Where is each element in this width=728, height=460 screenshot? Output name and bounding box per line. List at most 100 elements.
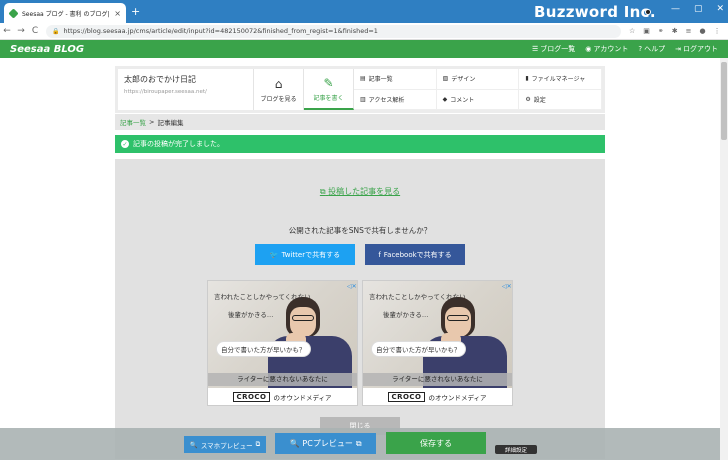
back-icon[interactable]: ←	[0, 26, 14, 36]
blog-panel: 太郎のおでかけ日記 https://biroupaper.seesaa.net/…	[115, 66, 605, 113]
save-button[interactable]: 保存する	[386, 432, 486, 454]
ad-logo: CROCO	[233, 392, 270, 402]
browser-tab[interactable]: Seesaa ブログ - 書利 のブログ|blog/ ×	[4, 3, 126, 23]
breadcrumb-articles-link[interactable]: 記事一覧	[120, 117, 146, 127]
view-blog-button[interactable]: ⌂ ブログを見る	[254, 69, 304, 110]
address-bar: ← → C 🔒 https://blog.seesaa.jp/cms/artic…	[0, 23, 728, 40]
header-link-account[interactable]: ◉ アカウント	[585, 44, 628, 54]
ad-text-line1: 言われたことしかやってくれない	[214, 293, 311, 301]
menu-item-label: アクセス解析	[368, 96, 405, 104]
facebook-share-button[interactable]: f Facebookで共有する	[365, 244, 465, 265]
blog-menu: ▤ 記事一覧 ▧ デザイン ▮ ファイルマネージャ ▥ アクセス解析 ◆ コメント ⚙ 設定	[354, 69, 602, 110]
star-icon[interactable]: ☆	[629, 27, 635, 35]
blog-name[interactable]: 太郎のおでかけ日記	[124, 74, 247, 85]
ad-text-line1: 言われたことしかやってくれない	[369, 293, 466, 301]
breadcrumb-separator: >	[149, 118, 155, 126]
profile-icon[interactable]: ●	[700, 27, 706, 35]
ad-banner[interactable]: 言われたことしかやってくれない 後輩がかきる… 自分で書いた方が早いかも？ ライ…	[362, 280, 513, 406]
detail-settings-button[interactable]: 詳細設定	[495, 445, 537, 454]
menu-item-label: 記事一覧	[368, 76, 393, 84]
ad-photo: 言われたことしかやってくれない 後輩がかきる… 自分で書いた方が早いかも？ ライ…	[208, 281, 357, 388]
design-icon: ▧	[442, 75, 449, 83]
header-link-logout[interactable]: ⇥ ログアウト	[675, 44, 718, 54]
puzzle-icon[interactable]: ✱	[672, 27, 678, 35]
ad-person-glasses	[447, 315, 469, 321]
external-link-icon: ⧉	[355, 438, 362, 448]
post-complete-panel: ⧉ 投稿した記事を見る 公開された記事をSNSで共有しませんか？ 🐦 Twitt…	[115, 159, 605, 459]
ad-banner[interactable]: 言われたことしかやってくれない 後輩がかきる… 自分で書いた方が早いかも？ ライ…	[207, 280, 358, 406]
write-post-button[interactable]: ✎ 記事を書く	[304, 69, 354, 110]
breadcrumb-current: 記事編集	[157, 119, 184, 127]
forward-icon[interactable]: →	[14, 26, 28, 36]
main-area: 太郎のおでかけ日記 https://biroupaper.seesaa.net/…	[0, 58, 720, 460]
external-link-icon: ⧉	[319, 187, 326, 196]
browser-tab-bar: Seesaa ブログ - 書利 のブログ|blog/ × + Buzzword …	[0, 0, 728, 23]
edit-icon: ✎	[323, 75, 334, 90]
blog-info: 太郎のおでかけ日記 https://biroupaper.seesaa.net/	[118, 69, 254, 110]
seesaa-header: Seesaa BLOG ☰ ブログ一覧 ◉ アカウント ? ヘルプ ⇥ ログアウト	[0, 40, 728, 58]
ad-speech-bubble: 自分で書いた方が早いかも？	[371, 341, 466, 357]
menu-item-label: コメント	[450, 96, 475, 104]
breadcrumb: 記事一覧 > 記事編集	[115, 114, 605, 130]
new-tab-button[interactable]: +	[131, 5, 140, 18]
menu-item-analytics[interactable]: ▥ アクセス解析	[354, 89, 437, 110]
tab-title: Seesaa ブログ - 書利 のブログ|blog/	[22, 10, 110, 18]
url-text: https://blog.seesaa.jp/cms/article/edit/…	[63, 27, 378, 35]
tab-close-icon[interactable]: ×	[114, 9, 121, 18]
ad-tagline: のオウンドメディア	[428, 394, 487, 402]
url-input[interactable]: 🔒 https://blog.seesaa.jp/cms/article/edi…	[46, 24, 621, 38]
blog-url[interactable]: https://biroupaper.seesaa.net/	[124, 89, 247, 95]
reading-list-icon[interactable]: ≡	[686, 27, 692, 35]
menu-item-settings[interactable]: ⚙ 設定	[519, 89, 602, 110]
view-post-link[interactable]: ⧉ 投稿した記事を見る	[115, 186, 605, 197]
logout-icon: ⇥	[675, 45, 681, 53]
ad-choices-icon[interactable]: ◁✕	[502, 283, 512, 291]
menu-item-label: ファイルマネージャ	[531, 76, 586, 84]
ad-strip: ライターに悪されないあなたに	[208, 373, 357, 386]
reload-icon[interactable]: C	[28, 26, 42, 36]
close-window-icon[interactable]: ✕	[716, 4, 724, 14]
ad-strip: ライターに悪されないあなたに	[363, 373, 512, 386]
extension-icon[interactable]: ▣	[643, 27, 650, 35]
pc-preview-button[interactable]: 🔍 PCプレビュー ⧉	[275, 433, 376, 454]
file-icon: ▮	[525, 75, 529, 83]
external-link-icon: ⧉	[255, 440, 261, 448]
article-icon: ▤	[360, 75, 366, 83]
maximize-icon[interactable]: ▢	[694, 4, 703, 14]
header-link-label: アカウント	[593, 45, 629, 53]
twitter-share-button[interactable]: 🐦 Twitterで共有する	[255, 244, 355, 265]
menu-item-comments[interactable]: ◆ コメント	[436, 89, 520, 110]
view-post-label: 投稿した記事を見る	[328, 187, 401, 196]
gear-icon: ⚙	[525, 95, 531, 103]
pc-preview-label: PCプレビュー	[302, 439, 353, 448]
header-link-help[interactable]: ? ヘルプ	[638, 44, 665, 54]
menu-icon[interactable]: ⋮	[714, 27, 721, 35]
header-link-label: ブログ一覧	[540, 45, 576, 53]
facebook-icon: f	[378, 250, 381, 259]
seesaa-logo[interactable]: Seesaa BLOG	[10, 44, 84, 55]
twitter-share-label: Twitterで共有する	[281, 250, 341, 259]
home-icon: ⌂	[274, 76, 283, 91]
smartphone-preview-button[interactable]: 🔍 スマホプレビュー ⧉	[184, 436, 266, 453]
ad-logo: CROCO	[388, 392, 425, 402]
window-controls: — ▢ ✕	[671, 4, 724, 14]
header-link-label: ログアウト	[683, 45, 718, 53]
ad-footer: CROCO のオウンドメディア	[208, 388, 357, 405]
smartphone-preview-label: スマホプレビュー	[200, 441, 253, 450]
page-scrollbar[interactable]	[720, 58, 728, 460]
header-link-blog-list[interactable]: ☰ ブログ一覧	[532, 44, 575, 54]
seesaa-favicon-icon	[8, 7, 19, 19]
ad-footer: CROCO のオウンドメディア	[363, 388, 512, 405]
ad-choices-icon[interactable]: ◁✕	[347, 283, 357, 291]
scrollbar-thumb[interactable]	[721, 62, 727, 140]
menu-item-file-manager[interactable]: ▮ ファイルマネージャ	[519, 69, 602, 90]
menu-item-design[interactable]: ▧ デザイン	[436, 69, 520, 90]
account-icon: ◉	[585, 45, 592, 53]
view-blog-label: ブログを見る	[260, 95, 297, 103]
extension-icon[interactable]: ⚭	[658, 27, 664, 35]
header-links: ☰ ブログ一覧 ◉ アカウント ? ヘルプ ⇥ ログアウト	[532, 44, 718, 54]
menu-item-articles[interactable]: ▤ 記事一覧	[354, 69, 437, 90]
list-icon: ☰	[532, 45, 539, 53]
ad-text-line2: 後輩がかきる…	[383, 311, 429, 319]
minimize-icon[interactable]: —	[671, 4, 680, 14]
